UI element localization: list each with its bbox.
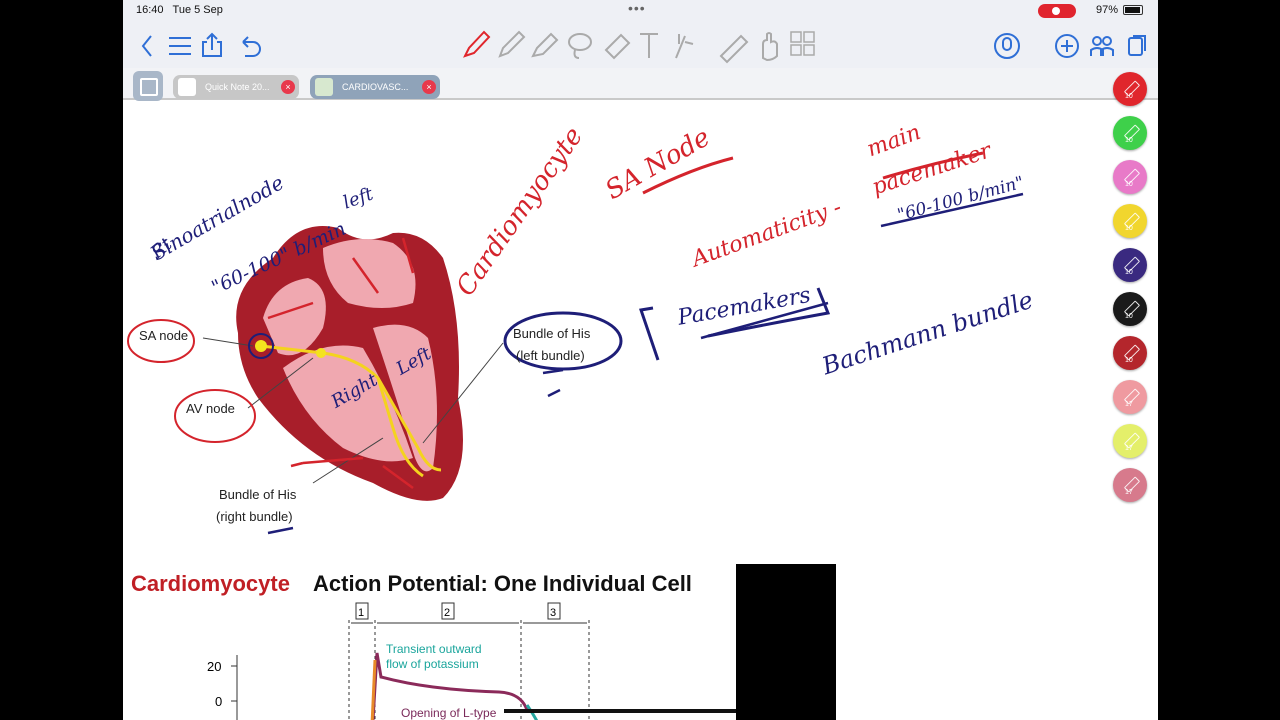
pen-preset-pink[interactable]: 10 [1113,160,1147,194]
close-icon[interactable]: × [422,80,436,94]
collaborate-icon[interactable] [1090,36,1114,56]
pencil-icon[interactable] [498,30,526,58]
av-node-circle [174,389,256,443]
action-potential-slide: Cardiomyocyte Action Potential: One Indi… [129,565,837,720]
laser-icon[interactable] [675,34,694,59]
sa-node-dot [255,340,267,352]
highlighter-preset-rose[interactable]: 17 [1113,468,1147,502]
status-bar: 16:40 Tue 5 Sep ••• 97% [123,0,1158,22]
pages-icon[interactable] [1128,35,1146,56]
hand-icon[interactable] [762,32,778,62]
highlighter-preset-pink[interactable]: 17 [1113,380,1147,414]
pen-preset-green[interactable]: 10 [1113,116,1147,150]
lasso-icon[interactable] [568,33,592,59]
screen-recording-icon[interactable] [1038,4,1076,18]
bundle-left-label-1: Bundle of His [513,326,591,341]
battery-percent: 97% [1096,4,1119,16]
action-potential-graph: 1 2 3 20 0 Transient outward flow of pot… [207,602,764,720]
pen-size: 17 [1125,489,1133,496]
undo-icon[interactable] [242,36,261,57]
av-node-label: AV node [186,401,235,416]
phase-2-label: 2 [444,607,450,619]
pen-icon[interactable] [463,30,491,58]
sa-node-label: SA node [139,328,189,343]
ipad-screen: 16:40 Tue 5 Sep ••• 97% Quick Note 20...… [123,0,1158,720]
close-icon[interactable]: × [281,80,295,94]
annotation-transient-1: Transient outward [386,642,482,656]
pen-size: 17 [1125,445,1133,452]
bundle-right-label-2: (right bundle) [216,509,293,524]
tab-cardiovascular[interactable]: CARDIOVASC... × [310,75,440,99]
pen-preset-yellow[interactable]: 10 [1113,204,1147,238]
y-tick-0: 0 [215,694,222,709]
shapes-icon[interactable] [790,31,815,56]
y-tick-20: 20 [207,659,221,674]
menu-icon[interactable] [169,37,191,55]
battery-icon [1123,5,1143,15]
bundle-right-label-1: Bundle of His [219,487,297,502]
bundle-left-label-2: (left bundle) [516,348,585,363]
document-tab-home[interactable] [133,71,163,101]
page-thumbnail [315,78,333,96]
phase-1-label: 1 [358,607,364,619]
tab-quick-note[interactable]: Quick Note 20... × [173,75,299,99]
pen-size: 10 [1125,181,1133,188]
pen-size: 10 [1125,93,1133,100]
multitask-dots-icon[interactable]: ••• [628,0,646,16]
share-icon[interactable] [202,32,222,57]
eraser-icon[interactable] [604,33,631,60]
pen-size: 10 [1125,357,1133,364]
pen-preset-black[interactable]: 10 [1113,292,1147,326]
toolbar [123,22,1158,68]
pen-size: 10 [1125,225,1133,232]
pen-size: 10 [1125,269,1133,276]
back-chevron-icon[interactable] [141,35,152,57]
video-scrub-bar[interactable] [504,709,764,713]
pen-size: 17 [1125,401,1133,408]
page-thumbnail [178,78,196,96]
microphone-icon[interactable] [994,33,1020,59]
tab-label: Quick Note 20... [205,82,270,92]
text-icon[interactable] [640,33,658,58]
add-icon[interactable] [1055,34,1079,58]
pen-preset-purple[interactable]: 10 [1113,248,1147,282]
video-overlay [736,564,836,720]
ruler-icon[interactable] [719,34,749,64]
annotation-transient-2: flow of potassium [386,657,479,671]
status-time: 16:40 Tue 5 Sep [136,4,223,16]
grid-icon [140,78,158,96]
highlighter-icon[interactable] [531,32,559,58]
pen-preset-darkred[interactable]: 10 [1113,336,1147,370]
phase-3-label: 3 [550,607,556,619]
annotation-l-type: Opening of L-type [401,706,497,720]
note-canvas[interactable]: SA node AV node Bundle of His (left bund… [123,98,1113,558]
tab-bar: Quick Note 20... × CARDIOVASC... × [123,68,1158,101]
highlighter-preset-yellow[interactable]: 17 [1113,424,1147,458]
pen-preset-red[interactable]: 10 [1113,72,1147,106]
pen-size: 10 [1125,137,1133,144]
pen-size: 10 [1125,313,1133,320]
tab-label: CARDIOVASC... [342,82,409,92]
av-node-dot [316,348,326,358]
y-axis [231,655,238,720]
